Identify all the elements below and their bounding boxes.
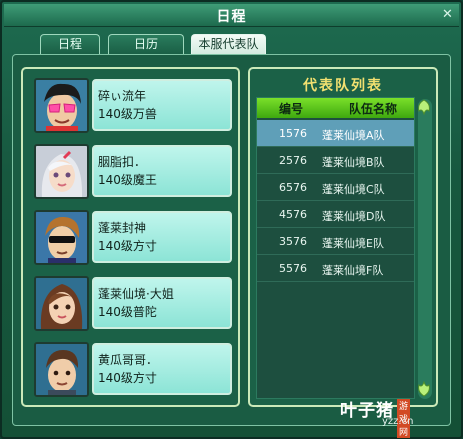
scroll-up-icon[interactable] [415, 99, 433, 116]
scroll-down-icon[interactable] [415, 380, 433, 397]
close-icon[interactable]: ✕ [440, 7, 455, 22]
team-id: 2576 [279, 154, 307, 167]
avatar[interactable] [34, 210, 89, 265]
member-info[interactable]: 黄瓜哥哥． 140级方寸 [92, 343, 232, 395]
member-info[interactable]: 碎ぃ流年 140级万兽 [92, 79, 232, 131]
team-name: 蓬莱仙境E队 [322, 237, 384, 250]
team-name: 蓬莱仙境D队 [322, 210, 386, 223]
table-row[interactable]: 4576 蓬莱仙境D队 [257, 201, 414, 228]
team-id: 6576 [279, 181, 307, 194]
team-id: 4576 [279, 208, 307, 221]
member-card: 胭脂扣． 140级魔王 [34, 144, 234, 199]
member-name: 蓬莱封神 [98, 221, 147, 235]
tab-server-team[interactable]: 本服代表队 [191, 34, 266, 54]
member-level: 140级普陀 [98, 305, 157, 319]
avatar[interactable] [34, 78, 89, 133]
title-bar[interactable]: 日程 ✕ [4, 4, 459, 27]
scrollbar-track[interactable] [418, 99, 432, 399]
member-level: 140级魔王 [98, 173, 157, 187]
member-name: 蓬莱仙境·大姐 [98, 287, 174, 301]
avatar[interactable] [34, 276, 89, 331]
member-name: 胭脂扣． [98, 155, 147, 169]
team-name: 蓬莱仙境C队 [322, 183, 385, 196]
avatar[interactable] [34, 144, 89, 199]
table-row[interactable]: 2576 蓬莱仙境B队 [257, 147, 414, 174]
header-id: 编号 [279, 102, 304, 116]
team-list-panel: 代表队列表 编号 队伍名称 1576 蓬莱仙境A队 2576 蓬莱仙境B队 65… [248, 67, 438, 407]
member-card: 碎ぃ流年 140级万兽 [34, 78, 234, 133]
table-row[interactable]: 1576 蓬莱仙境A队 [257, 120, 414, 147]
team-name: 蓬莱仙境B队 [322, 156, 385, 169]
member-panel: 碎ぃ流年 140级万兽 胭脂扣． 140级魔王 蓬莱封神 140级方寸 蓬莱仙境… [21, 67, 240, 407]
member-card: 蓬莱封神 140级方寸 [34, 210, 234, 265]
team-name: 蓬莱仙境F队 [322, 264, 384, 277]
header-team-name: 队伍名称 [349, 102, 398, 116]
member-info[interactable]: 胭脂扣． 140级魔王 [92, 145, 232, 197]
team-name: 蓬莱仙境A队 [322, 129, 385, 142]
table-header: 编号 队伍名称 [257, 98, 414, 118]
table-row[interactable]: 5576 蓬莱仙境F队 [257, 255, 414, 282]
member-level: 140级方寸 [98, 371, 157, 385]
table-row[interactable]: 6576 蓬莱仙境C队 [257, 174, 414, 201]
team-id: 3576 [279, 235, 307, 248]
team-id: 1576 [279, 127, 307, 140]
tab-schedule[interactable]: 日程 [40, 34, 100, 54]
team-table: 编号 队伍名称 1576 蓬莱仙境A队 2576 蓬莱仙境B队 6576 蓬莱仙… [256, 97, 415, 399]
table-row[interactable]: 3576 蓬莱仙境E队 [257, 228, 414, 255]
member-info[interactable]: 蓬莱封神 140级方寸 [92, 211, 232, 263]
avatar[interactable] [34, 342, 89, 397]
watermark-url: yzz.cn [382, 416, 414, 427]
member-card: 蓬莱仙境·大姐 140级普陀 [34, 276, 234, 331]
member-name: 碎ぃ流年 [98, 89, 147, 103]
member-level: 140级万兽 [98, 107, 157, 121]
member-card: 黄瓜哥哥． 140级方寸 [34, 342, 234, 397]
member-level: 140级方寸 [98, 239, 157, 253]
member-name: 黄瓜哥哥． [98, 353, 159, 367]
watermark-logo: 叶子猪 游戏网 yzz.cn [340, 396, 413, 438]
team-id: 5576 [279, 262, 307, 275]
window-title: 日程 [216, 9, 247, 25]
tab-calendar[interactable]: 日历 [108, 34, 184, 54]
member-info[interactable]: 蓬莱仙境·大姐 140级普陀 [92, 277, 232, 329]
team-list-title: 代表队列表 [303, 78, 383, 94]
